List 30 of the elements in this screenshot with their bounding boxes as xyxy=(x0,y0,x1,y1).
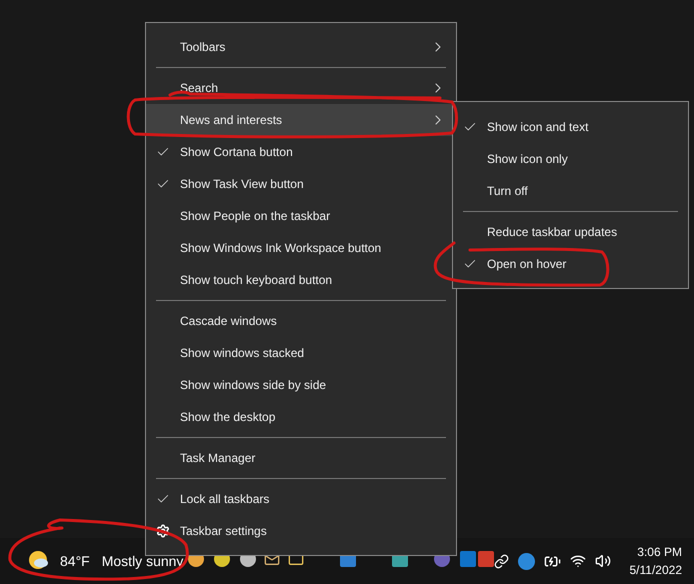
menu-item[interactable]: Show People on the taskbar xyxy=(146,200,456,232)
link-icon[interactable] xyxy=(494,554,508,568)
menu-item[interactable]: Show Windows Ink Workspace button xyxy=(146,232,456,264)
app-icon[interactable] xyxy=(518,552,534,570)
weather-icon xyxy=(28,550,50,572)
volume-icon[interactable] xyxy=(594,553,610,569)
weather-widget[interactable]: 84°F Mostly sunny xyxy=(28,550,184,572)
menu-item[interactable]: Task Manager xyxy=(146,442,456,474)
menu-item[interactable]: Search xyxy=(146,72,456,104)
menu-item[interactable]: Toolbars xyxy=(146,31,456,63)
menu-item[interactable]: Reduce taskbar updates xyxy=(453,216,688,248)
settings-icon xyxy=(156,524,170,538)
menu-item[interactable]: Show touch keyboard button xyxy=(146,264,456,296)
menu-item[interactable]: Open on hover xyxy=(453,248,688,280)
wifi-icon[interactable] xyxy=(570,553,586,569)
menu-item[interactable]: Show the desktop xyxy=(146,401,456,433)
weather-condition-text: Mostly sunny xyxy=(102,552,184,571)
menu-item[interactable]: Cascade windows xyxy=(146,305,456,337)
menu-item[interactable]: Lock all taskbars xyxy=(146,483,456,515)
menu-item[interactable]: Show icon and text xyxy=(453,111,688,143)
menu-item[interactable]: Show Task View button xyxy=(146,168,456,200)
menu-item[interactable]: Show Cortana button xyxy=(146,136,456,168)
menu-item[interactable]: Show icon only xyxy=(453,143,688,175)
clock-date[interactable]: 5/11/2022 xyxy=(630,561,682,579)
menu-item[interactable]: Show windows side by side xyxy=(146,369,456,401)
temperature-text: 84°F xyxy=(60,552,90,570)
menu-item[interactable]: Turn off xyxy=(453,175,688,207)
menu-item[interactable]: Taskbar settings xyxy=(146,515,456,547)
clock-time[interactable]: 3:06 PM xyxy=(637,543,682,561)
menu-item[interactable]: Show windows stacked xyxy=(146,337,456,369)
